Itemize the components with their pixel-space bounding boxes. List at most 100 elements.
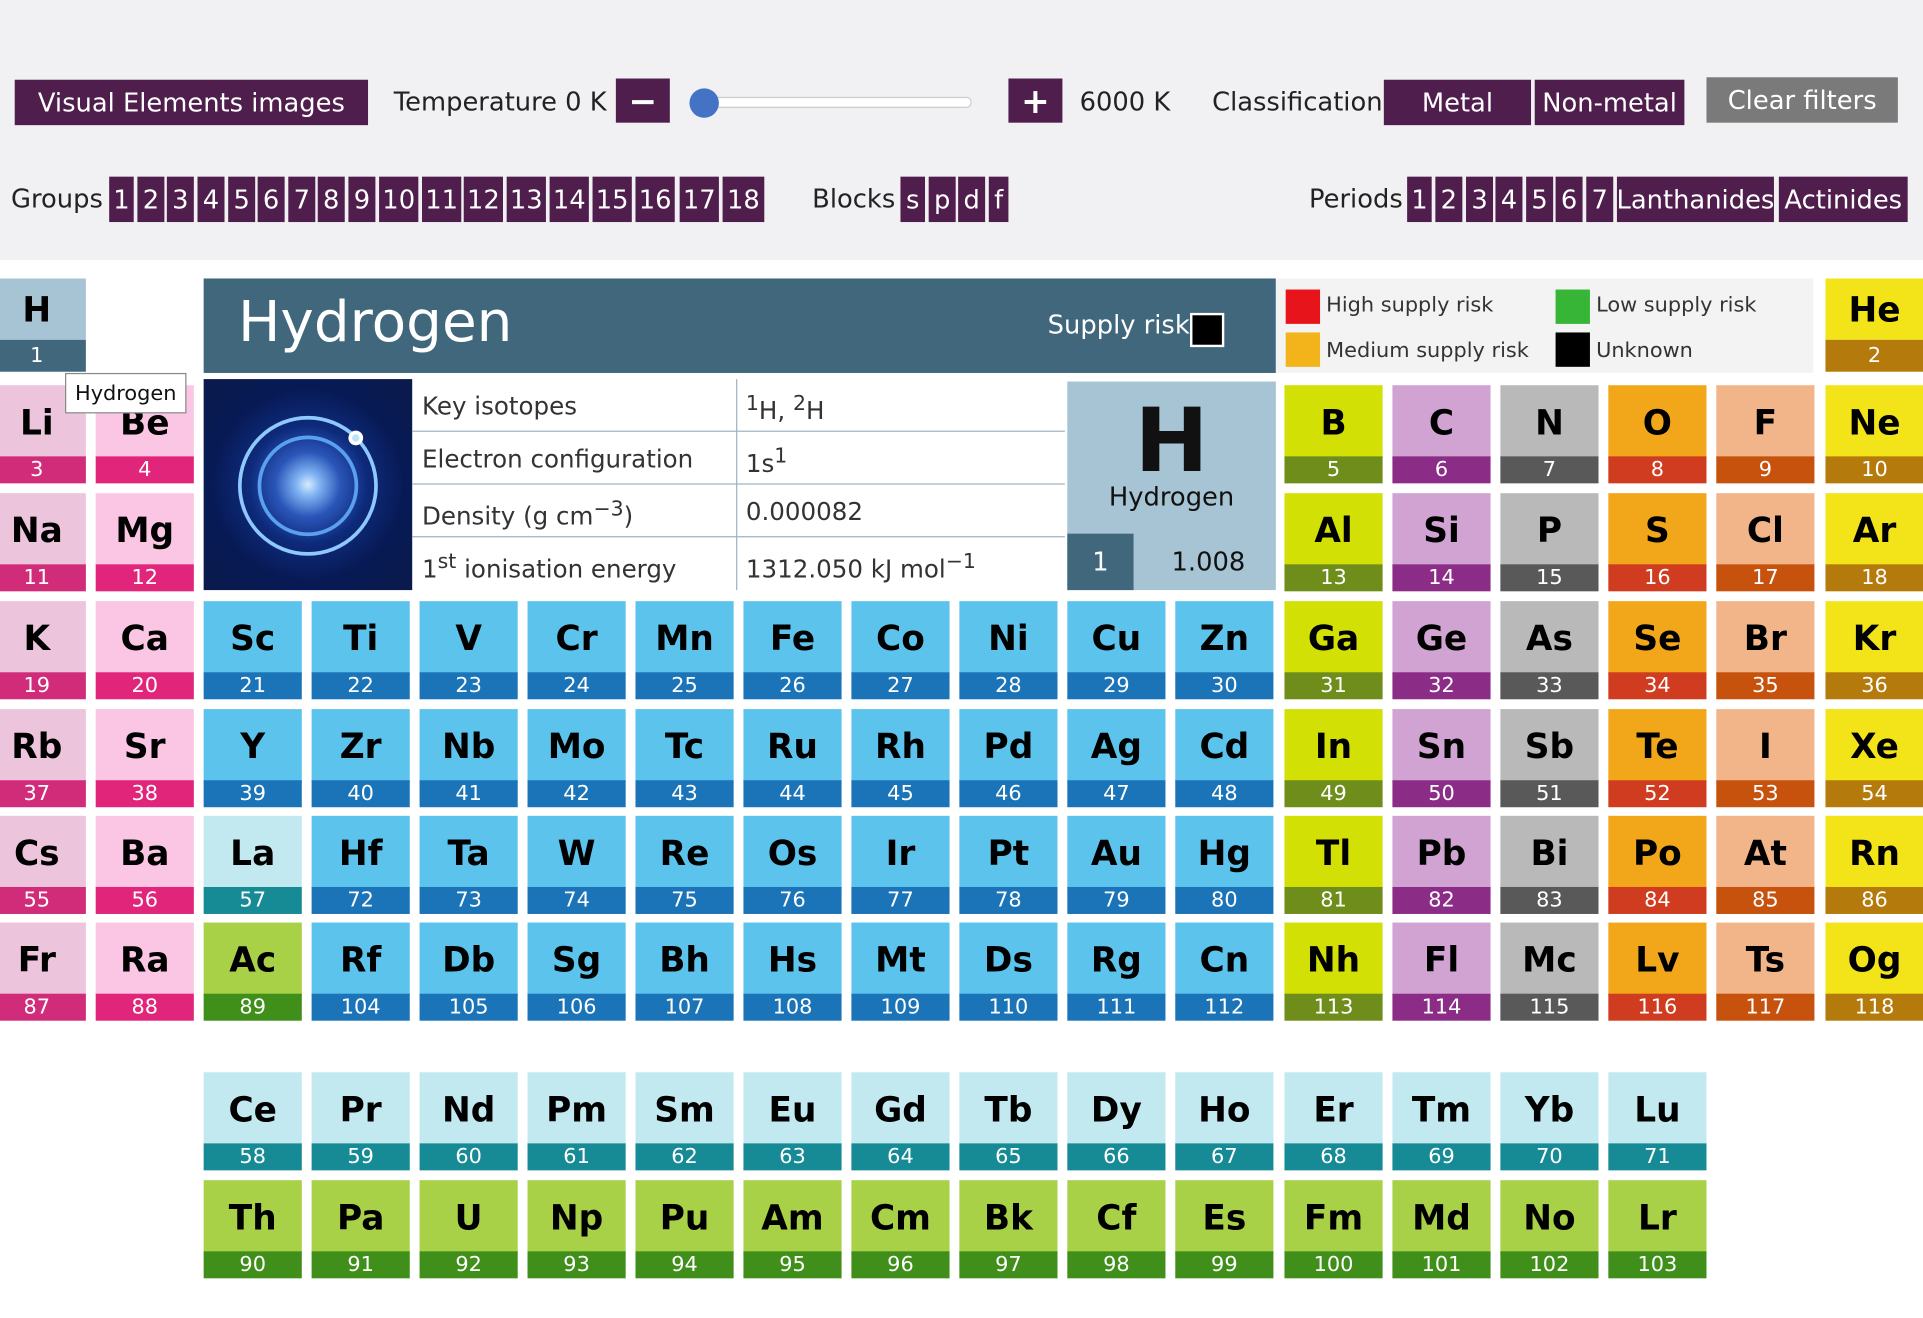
element-cell-bi[interactable]: Bi 83 <box>1500 815 1599 914</box>
element-cell-ag[interactable]: Ag 47 <box>1067 709 1166 808</box>
element-cell-tm[interactable]: Tm 69 <box>1392 1072 1491 1171</box>
visual-elements-images-button[interactable]: Visual Elements images <box>14 79 369 126</box>
group-2-button[interactable]: 2 <box>137 176 165 223</box>
element-cell-cf[interactable]: Cf 98 <box>1067 1180 1166 1279</box>
element-cell-md[interactable]: Md 101 <box>1392 1180 1491 1279</box>
element-cell-nb[interactable]: Nb 41 <box>419 709 518 808</box>
element-cell-si[interactable]: Si 14 <box>1392 493 1491 592</box>
element-cell-te[interactable]: Te 52 <box>1608 709 1707 808</box>
element-cell-fe[interactable]: Fe 26 <box>743 601 842 700</box>
element-cell-np[interactable]: Np 93 <box>527 1180 626 1279</box>
element-cell-in[interactable]: In 49 <box>1284 709 1383 808</box>
element-cell-es[interactable]: Es 99 <box>1175 1180 1274 1279</box>
element-cell-al[interactable]: Al 13 <box>1284 493 1383 592</box>
element-cell-co[interactable]: Co 27 <box>851 601 950 700</box>
element-cell-pt[interactable]: Pt 78 <box>959 815 1058 914</box>
group-13-button[interactable]: 13 <box>506 176 546 223</box>
element-cell-tb[interactable]: Tb 65 <box>959 1072 1058 1171</box>
block-d-button[interactable]: d <box>958 176 986 223</box>
element-cell-n[interactable]: N7 <box>1500 385 1599 484</box>
element-cell-sg[interactable]: Sg 106 <box>527 922 626 1021</box>
group-16-button[interactable]: 16 <box>635 176 675 223</box>
group-11-button[interactable]: 11 <box>422 176 462 223</box>
element-cell-hf[interactable]: Hf 72 <box>311 815 410 914</box>
element-cell-o[interactable]: O8 <box>1608 385 1707 484</box>
element-cell-cm[interactable]: Cm 96 <box>851 1180 950 1279</box>
element-cell-hg[interactable]: Hg 80 <box>1175 815 1274 914</box>
element-cell-rb[interactable]: Rb 37 <box>0 709 86 808</box>
element-cell-kr[interactable]: Kr 36 <box>1825 601 1923 700</box>
group-12-button[interactable]: 12 <box>463 176 503 223</box>
element-cell-po[interactable]: Po 84 <box>1608 815 1707 914</box>
element-cell-th[interactable]: Th 90 <box>203 1180 302 1279</box>
element-cell-no[interactable]: No 102 <box>1500 1180 1599 1279</box>
period-4-button[interactable]: 4 <box>1495 176 1523 223</box>
temperature-increase-button[interactable]: + <box>1008 78 1063 123</box>
element-cell-h[interactable]: H1 <box>0 278 86 372</box>
element-cell-p[interactable]: P 15 <box>1500 493 1599 592</box>
element-cell-sn[interactable]: Sn 50 <box>1392 709 1491 808</box>
element-cell-lr[interactable]: Lr 103 <box>1608 1180 1707 1279</box>
group-3-button[interactable]: 3 <box>166 176 194 223</box>
element-cell-b[interactable]: B5 <box>1284 385 1383 484</box>
group-9-button[interactable]: 9 <box>348 176 376 223</box>
element-cell-mc[interactable]: Mc 115 <box>1500 922 1599 1021</box>
element-cell-dy[interactable]: Dy 66 <box>1067 1072 1166 1171</box>
element-cell-ca[interactable]: Ca 20 <box>95 601 194 700</box>
element-cell-c[interactable]: C6 <box>1392 385 1491 484</box>
period-1-button[interactable]: 1 <box>1407 176 1432 223</box>
group-15-button[interactable]: 15 <box>592 176 632 223</box>
element-cell-mt[interactable]: Mt 109 <box>851 922 950 1021</box>
period-6-button[interactable]: 6 <box>1555 176 1583 223</box>
block-f-button[interactable]: f <box>988 176 1009 223</box>
element-cell-ar[interactable]: Ar 18 <box>1825 493 1923 592</box>
element-cell-f[interactable]: F9 <box>1716 385 1815 484</box>
non-metal-filter-button[interactable]: Non-metal <box>1534 79 1685 126</box>
element-cell-sm[interactable]: Sm 62 <box>635 1072 734 1171</box>
metal-filter-button[interactable]: Metal <box>1383 79 1532 126</box>
element-cell-xe[interactable]: Xe 54 <box>1825 709 1923 808</box>
element-cell-am[interactable]: Am 95 <box>743 1180 842 1279</box>
element-cell-ni[interactable]: Ni 28 <box>959 601 1058 700</box>
group-10-button[interactable]: 10 <box>379 176 419 223</box>
element-cell-sb[interactable]: Sb 51 <box>1500 709 1599 808</box>
element-cell-ta[interactable]: Ta 73 <box>419 815 518 914</box>
element-cell-v[interactable]: V 23 <box>419 601 518 700</box>
element-cell-pb[interactable]: Pb 82 <box>1392 815 1491 914</box>
element-cell-ba[interactable]: Ba 56 <box>95 815 194 914</box>
element-cell-ts[interactable]: Ts 117 <box>1716 922 1815 1021</box>
element-cell-og[interactable]: Og 118 <box>1825 922 1923 1021</box>
element-cell-ti[interactable]: Ti 22 <box>311 601 410 700</box>
element-cell-rn[interactable]: Rn 86 <box>1825 815 1923 914</box>
element-cell-u[interactable]: U 92 <box>419 1180 518 1279</box>
period-7-button[interactable]: 7 <box>1586 176 1614 223</box>
element-cell-lu[interactable]: Lu 71 <box>1608 1072 1707 1171</box>
element-cell-sc[interactable]: Sc 21 <box>203 601 302 700</box>
period-2-button[interactable]: 2 <box>1435 176 1463 223</box>
element-cell-s[interactable]: S 16 <box>1608 493 1707 592</box>
element-cell-la[interactable]: La 57 <box>203 815 302 914</box>
element-cell-pa[interactable]: Pa 91 <box>311 1180 410 1279</box>
period-5-button[interactable]: 5 <box>1526 176 1554 223</box>
element-cell-lv[interactable]: Lv 116 <box>1608 922 1707 1021</box>
element-cell-ds[interactable]: Ds 110 <box>959 922 1058 1021</box>
element-cell-cs[interactable]: Cs 55 <box>0 815 86 914</box>
group-7-button[interactable]: 7 <box>288 176 316 223</box>
element-cell-rf[interactable]: Rf 104 <box>311 922 410 1021</box>
element-cell-y[interactable]: Y 39 <box>203 709 302 808</box>
element-cell-nh[interactable]: Nh 113 <box>1284 922 1383 1021</box>
element-cell-he[interactable]: He 2 <box>1825 278 1923 372</box>
period-3-button[interactable]: 3 <box>1466 176 1494 223</box>
element-cell-ru[interactable]: Ru 44 <box>743 709 842 808</box>
element-cell-sr[interactable]: Sr 38 <box>95 709 194 808</box>
element-cell-cu[interactable]: Cu 29 <box>1067 601 1166 700</box>
block-p-button[interactable]: p <box>928 176 956 223</box>
element-cell-yb[interactable]: Yb 70 <box>1500 1072 1599 1171</box>
element-cell-na[interactable]: Na 11 <box>0 493 86 592</box>
element-cell-pr[interactable]: Pr 59 <box>311 1072 410 1171</box>
element-cell-mo[interactable]: Mo 42 <box>527 709 626 808</box>
element-cell-w[interactable]: W 74 <box>527 815 626 914</box>
element-cell-cn[interactable]: Cn 112 <box>1175 922 1274 1021</box>
element-cell-bk[interactable]: Bk 97 <box>959 1180 1058 1279</box>
element-cell-at[interactable]: At 85 <box>1716 815 1815 914</box>
